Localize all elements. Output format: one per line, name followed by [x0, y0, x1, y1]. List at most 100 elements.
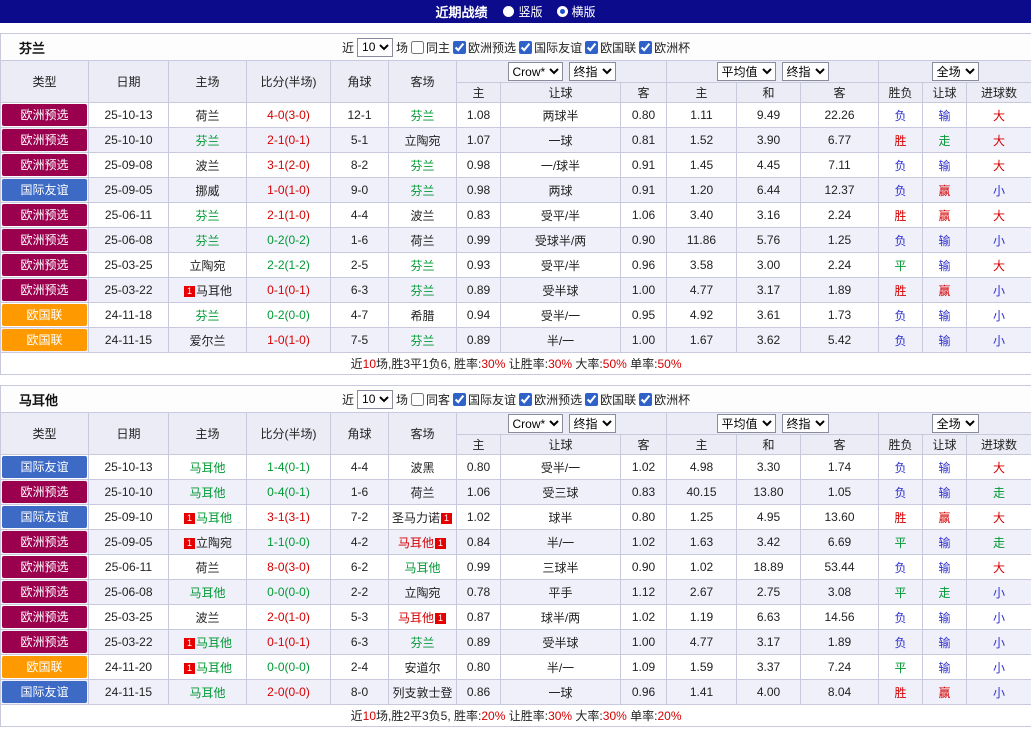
result-winlose: 负 [878, 604, 923, 630]
competition-badge: 欧洲预选 [2, 254, 87, 276]
competition-checkbox[interactable] [585, 392, 599, 406]
result-winlose: 负 [878, 327, 923, 353]
competition-checkbox[interactable] [519, 40, 533, 54]
score: 2-1(1-0) [246, 202, 331, 228]
odds-final-select[interactable]: 终指 [568, 62, 616, 81]
avg-draw: 9.49 [736, 102, 801, 128]
section-header-wrap: 马耳他 近 10 场同客 国际友谊 欧洲预选 欧国联 欧洲杯 [2, 387, 1031, 412]
avg-draw: 4.00 [736, 679, 801, 705]
match-date: 25-03-22 [88, 629, 169, 655]
competition-checkbox-label[interactable]: 国际友谊 [519, 39, 582, 56]
filter-controls: 近 10 场同主 欧洲预选 国际友谊 欧国联 欧洲杯 [342, 37, 690, 57]
competition-checkbox[interactable] [639, 392, 653, 406]
score: 2-0(0-0) [246, 679, 331, 705]
team-label: 立陶宛 [195, 535, 232, 550]
result-goals: 大 [965, 202, 1031, 228]
odds-final-select[interactable]: 终指 [568, 414, 616, 433]
competition-cell: 欧洲预选 [0, 202, 89, 228]
team-label: 立陶宛 [404, 585, 441, 600]
competition-checkbox[interactable] [585, 40, 599, 54]
score: 0-2(0-2) [246, 227, 331, 253]
corner-score: 4-2 [330, 529, 389, 555]
average-select[interactable]: 平均值 [716, 62, 776, 81]
team-label: 波兰 [410, 208, 435, 223]
home-team: 马耳他 [168, 454, 247, 480]
competition-checkbox-label[interactable]: 欧国联 [585, 39, 636, 56]
same-venue-checkbox-label[interactable]: 同客 [411, 391, 450, 408]
summary-segment: 单率: [626, 357, 658, 371]
competition-checkbox-label[interactable]: 欧洲杯 [639, 39, 690, 56]
column-header: 主场 [168, 412, 247, 455]
team-label: 荷兰 [410, 485, 435, 500]
match-date: 25-03-22 [88, 277, 169, 303]
avg-away: 14.56 [800, 604, 879, 630]
handicap: 受半/一 [500, 454, 621, 480]
result-winlose: 负 [878, 302, 923, 328]
match-row: 欧国联 24-11-18 芬兰 0-2(0-0) 4-7 希腊 0.94 受半/一 0.95 4.… [0, 302, 1031, 328]
handicap: 球半 [500, 504, 621, 530]
handicap: 一/球半 [500, 152, 621, 178]
handicap: 球半/两 [500, 604, 621, 630]
competition-checkbox[interactable] [519, 392, 533, 406]
red-card-icon: 1 [435, 537, 446, 549]
team-label: 马耳他 [189, 485, 226, 500]
corner-score: 7-2 [330, 504, 389, 530]
same-venue-checkbox-label[interactable]: 同主 [411, 39, 450, 56]
radio-label: 横版 [571, 5, 596, 19]
avg-draw: 13.80 [736, 479, 801, 505]
competition-checkbox[interactable] [453, 40, 467, 54]
match-date: 25-10-13 [88, 454, 169, 480]
games-label: 场 [396, 40, 409, 55]
avg-away: 1.73 [800, 302, 879, 328]
result-winlose: 负 [878, 227, 923, 253]
corner-score: 5-3 [330, 604, 389, 630]
average-final-select[interactable]: 终指 [781, 62, 829, 81]
view-mode-radio[interactable]: 竖版 [503, 3, 543, 20]
corner-score: 5-1 [330, 127, 389, 153]
result-goals: 小 [965, 227, 1031, 253]
score: 1-0(1-0) [246, 177, 331, 203]
column-header: 客场 [388, 412, 457, 455]
avg-home: 3.40 [666, 202, 737, 228]
scope-select[interactable]: 全场 [931, 62, 979, 81]
results-table: 芬兰近 10 场同主 欧洲预选 国际友谊 欧国联 欧洲杯 类型 日期 主场 比分(半场) 角球 客场 Cr… [0, 33, 1031, 375]
result-winlose: 负 [878, 479, 923, 505]
match-date: 25-10-10 [88, 479, 169, 505]
summary-segment: 让胜率: [505, 357, 549, 371]
match-date: 25-10-10 [88, 127, 169, 153]
competition-cell: 欧洲预选 [0, 529, 89, 555]
recent-count-select[interactable]: 10 [357, 37, 394, 57]
result-winlose: 负 [878, 454, 923, 480]
competition-checkbox[interactable] [639, 40, 653, 54]
competition-badge: 欧洲预选 [2, 481, 87, 503]
competition-checkbox-label[interactable]: 欧洲杯 [639, 391, 690, 408]
average-final-select[interactable]: 终指 [781, 414, 829, 433]
competition-checkbox[interactable] [453, 392, 467, 406]
result-goals: 小 [965, 177, 1031, 203]
score: 1-0(1-0) [246, 327, 331, 353]
same-venue-checkbox[interactable] [411, 392, 425, 406]
competition-checkbox-label[interactable]: 欧国联 [585, 391, 636, 408]
handicap: 一球 [500, 127, 621, 153]
view-mode-radio[interactable]: 横版 [556, 3, 596, 20]
same-venue-checkbox[interactable] [411, 40, 425, 54]
recent-count-select[interactable]: 10 [357, 389, 394, 409]
competition-checkbox-label[interactable]: 国际友谊 [453, 391, 516, 408]
sub-column-header: 让球 [500, 82, 621, 103]
team-label: 荷兰 [195, 108, 220, 123]
avg-away: 12.37 [800, 177, 879, 203]
corner-score: 2-2 [330, 579, 389, 605]
home-team: 立陶宛 [168, 252, 247, 278]
scope-select[interactable]: 全场 [931, 414, 979, 433]
competition-checkbox-label[interactable]: 欧洲预选 [453, 39, 516, 56]
odds-away: 0.90 [620, 227, 667, 253]
average-select[interactable]: 平均值 [716, 414, 776, 433]
competition-badge: 欧洲预选 [2, 581, 87, 603]
odds-home: 0.78 [456, 579, 501, 605]
corner-score: 2-5 [330, 252, 389, 278]
competition-checkbox-label[interactable]: 欧洲预选 [519, 391, 582, 408]
result-goals: 大 [965, 554, 1031, 580]
bookmaker-select[interactable]: Crow* [507, 414, 563, 433]
bookmaker-select[interactable]: Crow* [507, 62, 563, 81]
result-goals: 小 [965, 629, 1031, 655]
